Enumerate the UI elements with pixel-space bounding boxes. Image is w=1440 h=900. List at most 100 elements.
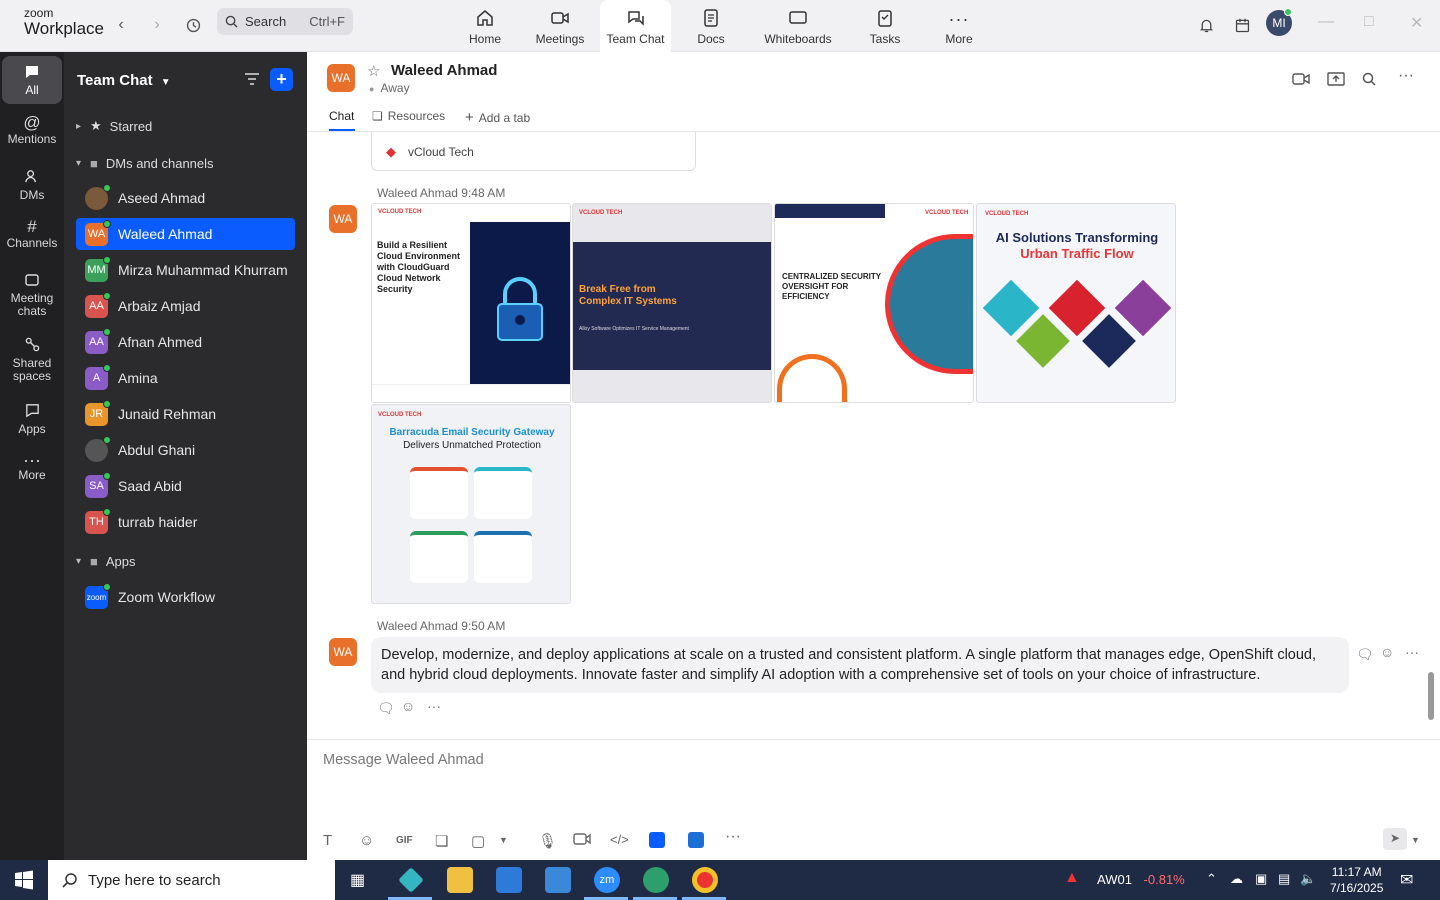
app-item-zoom-workflow[interactable]: zoom Zoom Workflow	[76, 581, 295, 613]
code-snippet-icon[interactable]: </>	[610, 832, 629, 847]
security-icon[interactable]: ▣	[1255, 871, 1267, 887]
send-icon[interactable]: ➤	[1383, 828, 1407, 850]
tab-resources[interactable]: ❏ Resources	[372, 109, 445, 123]
sidebar-dm-item[interactable]: Aseed Ahmad	[76, 182, 295, 214]
tab-meetings[interactable]: Meetings	[530, 0, 590, 52]
volume-icon[interactable]: 🔈	[1300, 871, 1316, 887]
sidebar-dm-item[interactable]: SA Saad Abid	[76, 470, 295, 502]
chrome-icon[interactable]	[692, 867, 718, 893]
scrollbar[interactable]	[1428, 672, 1434, 720]
rail-all[interactable]: All	[2, 56, 62, 104]
sidebar-dm-item[interactable]: TH turrab haider	[76, 506, 295, 538]
video-call-icon[interactable]	[1292, 72, 1310, 89]
windows-start-icon[interactable]	[14, 870, 34, 893]
sender-avatar[interactable]: WA	[329, 638, 357, 666]
tab-add[interactable]: + Add a tab	[465, 109, 530, 126]
rail-shared-spaces[interactable]: Shared spaces	[2, 336, 62, 383]
mail-icon[interactable]	[545, 867, 571, 893]
sidebar-dm-item[interactable]: Abdul Ghani	[76, 434, 295, 466]
tab-docs[interactable]: Docs	[688, 0, 734, 52]
zoom-taskbar-icon[interactable]: zm	[594, 867, 620, 893]
group-dms-channels[interactable]: ▾ ■ DMs and channels	[76, 156, 214, 171]
history-icon[interactable]	[181, 13, 205, 37]
link-preview-card[interactable]: ◆ vCloud Tech	[371, 132, 696, 171]
microsoft-store-icon[interactable]	[496, 867, 522, 893]
bell-icon[interactable]	[1194, 13, 1218, 37]
close-icon[interactable]: ✕	[1410, 13, 1423, 33]
screenshot-icon[interactable]: ▢	[471, 832, 485, 850]
attachment-image-5[interactable]: VCLOUD TECH Barracuda Email Security Gat…	[371, 404, 571, 604]
clock[interactable]: 11:17 AM 7/16/2025	[1330, 864, 1383, 896]
maximize-icon[interactable]: □	[1364, 13, 1374, 31]
new-chat-button[interactable]: +	[270, 68, 293, 91]
forward-icon[interactable]: ›	[145, 13, 169, 37]
contact-name[interactable]: Waleed Ahmad	[391, 62, 497, 79]
chevron-up-icon[interactable]: ⌃	[1206, 871, 1217, 887]
file-icon[interactable]: ❏	[435, 832, 448, 850]
contact-avatar[interactable]: WA	[327, 64, 355, 92]
reply-icon[interactable]: 🗨	[1356, 646, 1374, 663]
emoji-reaction-icon[interactable]: ☺	[401, 698, 415, 714]
sidebar-dm-item[interactable]: AA Arbaiz Amjad	[76, 290, 295, 322]
tab-chat[interactable]: Chat	[329, 109, 354, 123]
tab-tasks[interactable]: Tasks	[864, 0, 906, 52]
cloud-icon[interactable]: ☁	[1230, 871, 1243, 887]
attachment-image-4[interactable]: VCLOUD TECH AI Solutions Transforming Ur…	[976, 203, 1176, 403]
sidebar-dm-item[interactable]: AA Afnan Ahmed	[76, 326, 295, 358]
reply-icon[interactable]: 🗨	[377, 700, 395, 717]
tab-team-chat[interactable]: Team Chat	[600, 0, 671, 52]
sidebar-dm-item[interactable]: JR Junaid Rehman	[76, 398, 295, 430]
file-explorer-icon[interactable]	[447, 867, 473, 893]
sender-avatar[interactable]: WA	[329, 205, 357, 233]
emoji-icon[interactable]: ☺	[359, 832, 374, 849]
minimize-icon[interactable]: —	[1318, 13, 1334, 31]
chevron-down-icon[interactable]: ▼	[1411, 835, 1420, 845]
message-composer[interactable]: Message Waleed Ahmad T ☺ GIF ❏ ▢ ▼ 🎙 </>…	[307, 739, 1440, 860]
contact-avatar-initials: AA	[89, 300, 104, 312]
search-box[interactable]: Search Ctrl+F	[217, 8, 353, 35]
rail-meeting-chats[interactable]: Meeting chats	[2, 272, 62, 318]
zoom-app-icon[interactable]	[649, 832, 665, 848]
chevron-down-icon[interactable]: ▼	[499, 835, 508, 845]
attachment-image-1[interactable]: VCLOUD TECH Build a Resilient Cloud Envi…	[371, 203, 571, 403]
filter-icon[interactable]	[244, 72, 260, 89]
emoji-reaction-icon[interactable]: ☺	[1380, 644, 1394, 660]
rail-dms[interactable]: DMs	[2, 168, 62, 202]
taskbar-search[interactable]: Type here to search	[48, 860, 335, 900]
rail-mentions[interactable]: @ Mentions	[2, 114, 62, 146]
text-format-icon[interactable]: T	[323, 832, 332, 849]
network-icon[interactable]: ▤	[1278, 871, 1290, 887]
notification-icon[interactable]: ✉	[1400, 870, 1413, 890]
gif-icon[interactable]: GIF	[396, 835, 413, 846]
group-apps[interactable]: ▾ ■ Apps	[76, 554, 136, 569]
taskbar-app-icon[interactable]	[398, 867, 424, 893]
task-view-icon[interactable]: ▦	[350, 870, 365, 890]
attachment-image-3[interactable]: VCLOUD TECH CENTRALIZED SECURITY OVERSIG…	[774, 203, 974, 403]
rail-channels[interactable]: # Channels	[2, 218, 62, 250]
sidebar-dm-item[interactable]: A Amina	[76, 362, 295, 394]
video-message-icon[interactable]	[573, 832, 591, 849]
more-tools-icon[interactable]: ···	[725, 828, 741, 846]
tab-home[interactable]: Home	[462, 0, 508, 52]
tab-more[interactable]: ··· More	[938, 0, 980, 52]
star-icon[interactable]: ☆	[367, 62, 380, 80]
more-options-icon[interactable]: ···	[427, 698, 441, 714]
more-options-icon[interactable]: ···	[1398, 67, 1414, 85]
microphone-icon[interactable]: 🎙	[538, 832, 557, 850]
zoom-docs-app-icon[interactable]	[688, 832, 704, 848]
more-options-icon[interactable]: ···	[1405, 644, 1419, 660]
calendar-icon[interactable]	[1230, 13, 1254, 37]
share-screen-icon[interactable]	[1327, 72, 1345, 90]
tab-whiteboards[interactable]: Whiteboards	[758, 0, 838, 52]
stock-widget[interactable]: AW01 -0.81%	[1097, 872, 1185, 887]
sidebar-dm-item[interactable]: MM Mirza Muhammad Khurram	[76, 254, 295, 286]
edge-icon[interactable]	[643, 867, 669, 893]
rail-apps[interactable]: Apps	[2, 402, 62, 436]
search-icon[interactable]	[1362, 72, 1376, 89]
back-icon[interactable]: ‹	[109, 13, 133, 37]
sidebar-dm-item[interactable]: WA Waleed Ahmad	[76, 218, 295, 250]
sidebar-title[interactable]: Team Chat ▼	[77, 72, 171, 89]
attachment-image-2[interactable]: VCLOUD TECH Break Free from Complex IT S…	[572, 203, 772, 403]
rail-more[interactable]: ··· More	[2, 451, 62, 482]
group-starred[interactable]: ▸ ★ Starred	[76, 118, 152, 134]
